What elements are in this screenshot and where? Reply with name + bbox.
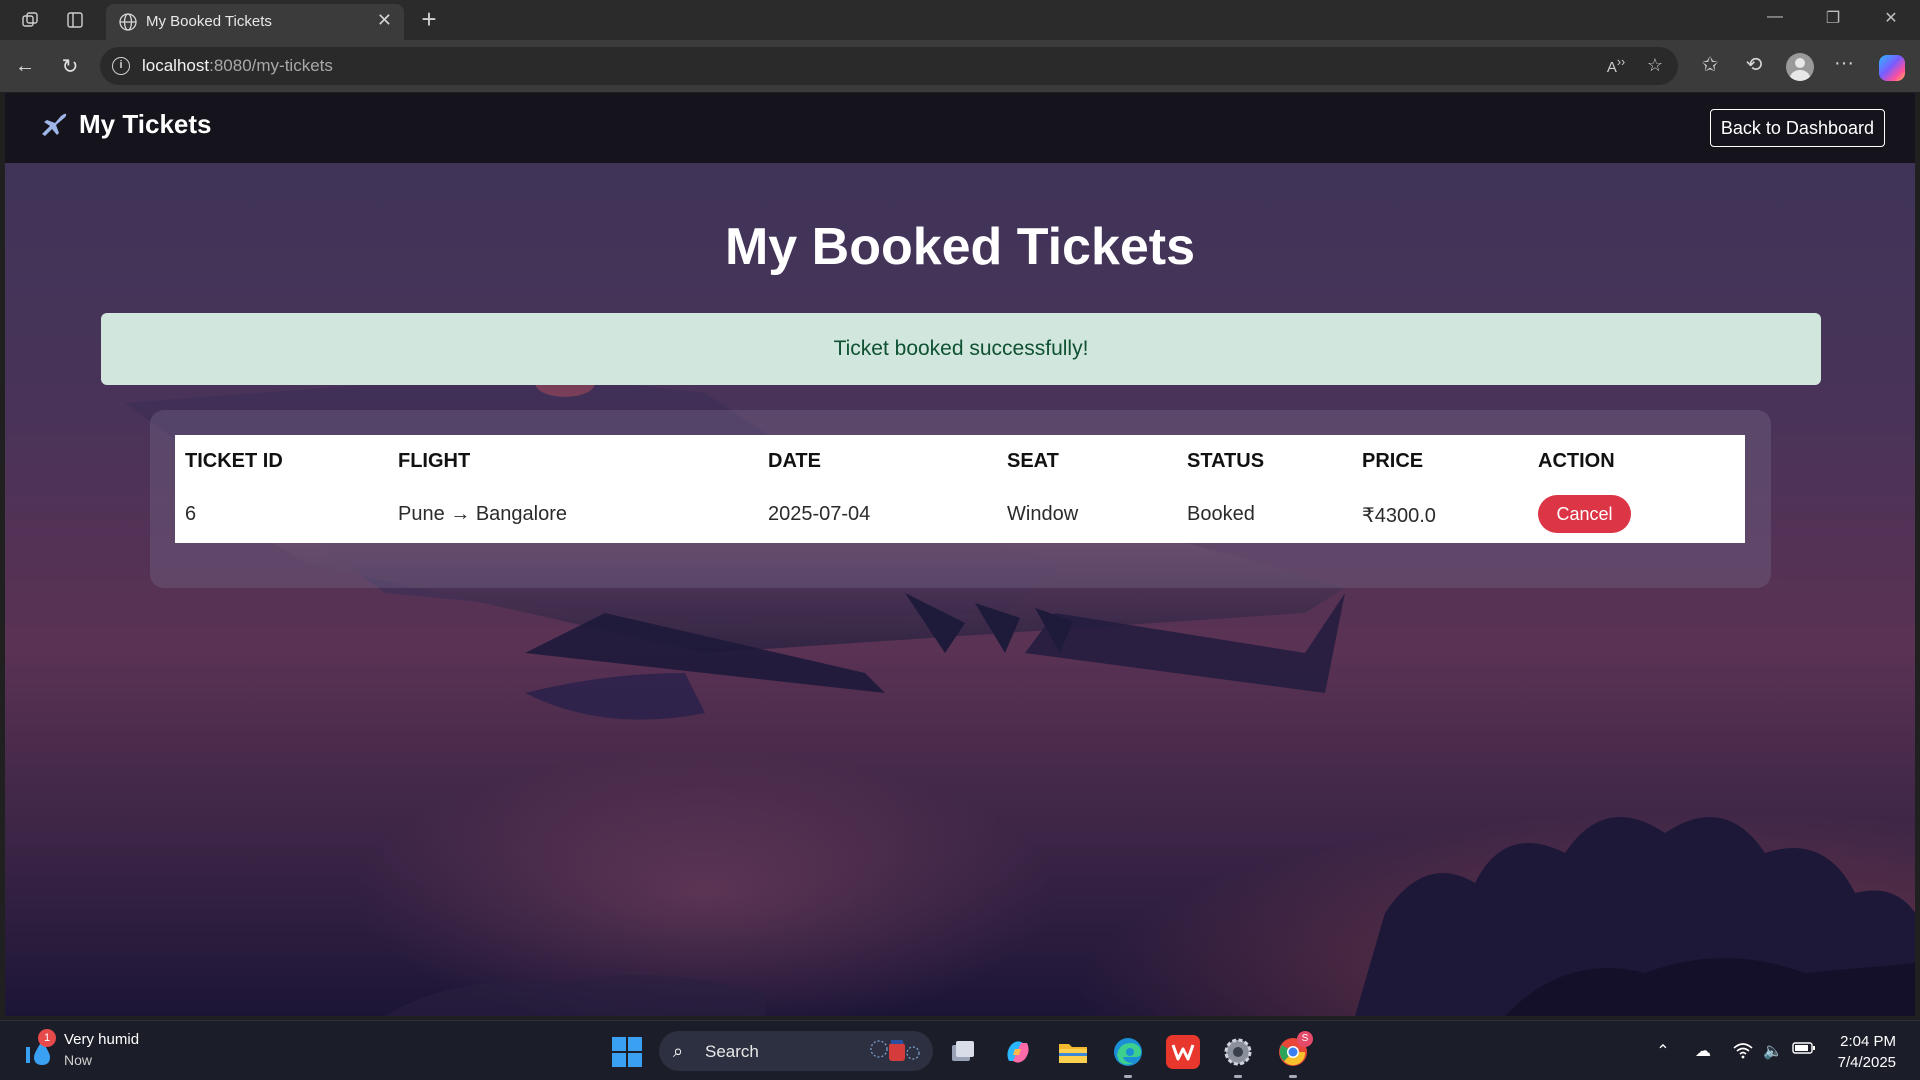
clock-time[interactable]: 2:04 PM: [1840, 1033, 1896, 1050]
page-title: My Booked Tickets: [724, 218, 1196, 276]
back-to-dashboard-button[interactable]: Back to Dashboard: [1709, 109, 1885, 147]
weather-title: Very humid: [64, 1031, 140, 1048]
column-header-action: ACTION: [1538, 450, 1615, 472]
taskbar-search[interactable]: ⌕ Search: [659, 1031, 933, 1071]
browser-tab[interactable]: My Booked Tickets ✕: [106, 4, 404, 40]
copilot-app-icon[interactable]: [1001, 1035, 1035, 1069]
brand-title: My Tickets: [79, 109, 212, 139]
favorites-icon[interactable]: ✩: [1696, 52, 1724, 80]
minimize-icon[interactable]: —: [1760, 8, 1790, 32]
restore-icon[interactable]: ❐: [1818, 8, 1848, 32]
windows-start-icon[interactable]: [612, 1037, 642, 1067]
chrome-profile-badge: S: [1297, 1031, 1313, 1047]
url-text[interactable]: localhost:8080/my-tickets: [142, 56, 333, 76]
read-aloud-icon[interactable]: A››: [1604, 55, 1628, 79]
cell-ticket-id: 6: [185, 503, 197, 525]
volume-icon[interactable]: 🔈: [1762, 1041, 1784, 1063]
copilot-icon[interactable]: [1879, 55, 1905, 81]
tab-title: My Booked Tickets: [146, 13, 272, 30]
taskbar: 1 Very humid Now ⌕ Search S ⌃ ☁ 🔈 2:04 P…: [0, 1020, 1920, 1080]
wifi-icon[interactable]: [1732, 1041, 1754, 1063]
airplane-icon: [42, 113, 67, 136]
weather-badge: 1: [38, 1029, 56, 1047]
wps-office-icon[interactable]: [1166, 1035, 1200, 1069]
edge-running-indicator: [1124, 1075, 1132, 1078]
settings-gear-icon[interactable]: [1221, 1035, 1255, 1069]
more-icon[interactable]: ···: [1830, 52, 1858, 80]
column-header-seat: SEAT: [1007, 450, 1059, 472]
onedrive-icon[interactable]: ☁: [1692, 1041, 1714, 1063]
browser-tab-bar: My Booked Tickets ✕ + — ❐ ✕: [0, 0, 1920, 40]
history-icon[interactable]: ⟲: [1740, 52, 1768, 80]
clock-date[interactable]: 7/4/2025: [1838, 1054, 1896, 1071]
battery-icon[interactable]: [1792, 1041, 1815, 1063]
chevron-up-icon[interactable]: ⌃: [1652, 1041, 1674, 1063]
success-alert: Ticket booked successfully!: [101, 313, 1821, 385]
cell-price: ₹4300.0: [1362, 505, 1436, 527]
weather-subtitle: Now: [64, 1052, 93, 1068]
browser-toolbar: ← ↻ i localhost:8080/my-tickets A›› ☆ ✩ …: [0, 40, 1920, 92]
tickets-table: TICKET ID FLIGHT DATE SEAT STATUS PRICE …: [175, 435, 1745, 543]
info-icon[interactable]: i: [112, 57, 130, 75]
star-icon[interactable]: ☆: [1643, 55, 1667, 79]
refresh-icon[interactable]: ↻: [56, 52, 84, 80]
web-page: My Tickets Back to Dashboard My Booked T…: [5, 93, 1915, 1016]
column-header-flight: FLIGHT: [398, 450, 471, 472]
cancel-ticket-button[interactable]: Cancel: [1538, 495, 1631, 533]
task-view-icon[interactable]: [946, 1035, 980, 1069]
sidebar-icon[interactable]: [62, 8, 88, 32]
cell-seat: Window: [1007, 503, 1079, 525]
file-explorer-icon[interactable]: [1056, 1035, 1090, 1069]
edge-browser-icon[interactable]: [1111, 1035, 1145, 1069]
profile-icon[interactable]: [1786, 53, 1814, 81]
site-navbar: My Tickets Back to Dashboard: [5, 93, 1915, 163]
address-bar[interactable]: i localhost:8080/my-tickets A›› ☆: [100, 47, 1678, 85]
column-header-status: STATUS: [1187, 450, 1265, 472]
column-header-date: DATE: [768, 450, 821, 472]
chrome-running-indicator: [1289, 1075, 1297, 1078]
search-icon: ⌕: [673, 1041, 684, 1061]
cell-flight: Pune → Bangalore: [398, 503, 568, 525]
settings-running-indicator: [1234, 1075, 1242, 1078]
tickets-panel: TICKET ID FLIGHT DATE SEAT STATUS PRICE …: [150, 410, 1771, 588]
column-header-price: PRICE: [1362, 450, 1424, 472]
plus-icon[interactable]: +: [414, 4, 444, 34]
column-header-ticket-id: TICKET ID: [185, 450, 283, 472]
brand[interactable]: My Tickets: [39, 109, 211, 140]
window-close-icon[interactable]: ✕: [1876, 8, 1906, 32]
search-highlight-icon: [870, 1040, 920, 1061]
cell-status: Booked: [1187, 503, 1255, 525]
search-label: Search: [705, 1042, 759, 1061]
globe-icon: [119, 13, 137, 31]
collections-icon[interactable]: [17, 8, 43, 32]
close-icon[interactable]: ✕: [377, 10, 392, 31]
back-icon[interactable]: ←: [11, 52, 39, 80]
cell-date: 2025-07-04: [768, 503, 871, 525]
